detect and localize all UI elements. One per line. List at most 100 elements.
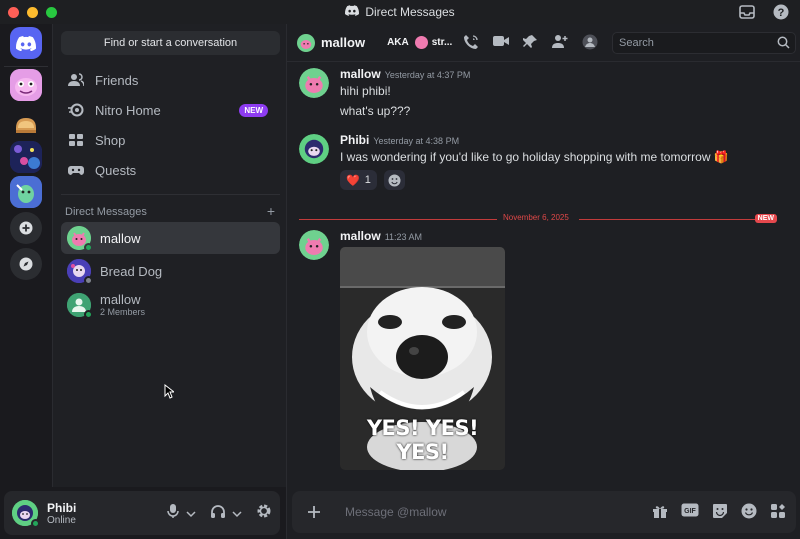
- nav-friends-label: Friends: [95, 72, 139, 88]
- user-profile-icon[interactable]: [582, 34, 598, 55]
- message-input[interactable]: Message @mallow: [345, 505, 447, 519]
- nav-quests[interactable]: Quests: [61, 156, 280, 184]
- message-author[interactable]: mallow: [340, 67, 381, 81]
- pink-monster-server-icon: [10, 69, 42, 101]
- avatar: [297, 33, 315, 52]
- message-composer[interactable]: Message @mallow GIF: [292, 491, 796, 533]
- divider-line-left: [299, 219, 497, 220]
- headphones-icon[interactable]: [210, 504, 226, 524]
- gif-icon[interactable]: GIF: [681, 503, 699, 524]
- voice-call-icon[interactable]: [463, 34, 479, 55]
- inbox-icon[interactable]: [738, 3, 756, 21]
- dm-name: mallow: [100, 292, 141, 307]
- close-window-button[interactable]: [8, 6, 19, 18]
- chevron-down-icon[interactable]: [232, 505, 242, 523]
- reaction-count: 1: [364, 174, 371, 186]
- svg-text:GIF: GIF: [684, 508, 696, 515]
- nav-nitro-home[interactable]: Nitro Home NEW: [61, 96, 280, 124]
- user-panel: Phibi Online: [4, 491, 280, 535]
- gear-icon[interactable]: [256, 503, 272, 524]
- galaxy-cat-server-icon: [10, 141, 42, 173]
- user-status: Online: [47, 514, 76, 526]
- avatar[interactable]: [299, 230, 329, 260]
- mallow-avatar-icon: [297, 33, 315, 52]
- avatar: [67, 293, 93, 319]
- upload-plus-icon[interactable]: [300, 498, 328, 526]
- dm-item-mallow[interactable]: mallow: [61, 222, 280, 254]
- discover-button[interactable]: [10, 248, 42, 280]
- online-status-icon: [31, 519, 40, 528]
- dm-item-bread-dog[interactable]: Bread Dog: [61, 255, 280, 287]
- search-placeholder: Search: [619, 37, 654, 49]
- aka-avatar: [414, 36, 428, 49]
- aka-label: AKA: [387, 37, 409, 48]
- aka-name[interactable]: str...: [432, 37, 453, 48]
- nav-nitro-label: Nitro Home: [95, 102, 161, 118]
- bread-server-icon: [16, 118, 36, 133]
- search-input[interactable]: Search: [612, 32, 796, 54]
- online-status-icon: [84, 310, 93, 319]
- message-text: what's up???: [340, 104, 411, 118]
- message-author[interactable]: mallow: [340, 229, 381, 243]
- create-dm-button[interactable]: +: [267, 204, 275, 218]
- plus-circle-icon: [19, 221, 33, 235]
- server-pink-monster[interactable]: [10, 69, 42, 101]
- avatar[interactable]: [299, 68, 329, 98]
- server-rail-divider: [4, 66, 48, 67]
- avatar[interactable]: [12, 500, 40, 528]
- divider-date: November 6, 2025: [503, 213, 569, 222]
- video-call-icon[interactable]: [493, 34, 509, 55]
- heart-icon: ❤️: [346, 174, 360, 187]
- discord-logo-icon: [16, 35, 36, 51]
- maximize-window-button[interactable]: [46, 6, 57, 18]
- chevron-down-icon[interactable]: [186, 505, 196, 523]
- dm-item-text: mallow 2 Members: [100, 292, 145, 318]
- smiley-icon: [388, 174, 401, 186]
- help-icon[interactable]: ?: [772, 3, 790, 21]
- add-reaction-button[interactable]: [384, 170, 405, 190]
- apps-icon[interactable]: [770, 503, 786, 524]
- message-header: mallow Yesterday at 4:37 PM: [340, 67, 470, 81]
- chat-recipient-name[interactable]: mallow: [321, 35, 365, 50]
- server-bread[interactable]: [10, 108, 42, 140]
- nav-shop[interactable]: Shop: [61, 126, 280, 154]
- new-badge: NEW: [239, 103, 268, 117]
- mallow-avatar-icon: [299, 230, 329, 260]
- avatar: [67, 259, 93, 285]
- sidebar-divider: [61, 194, 280, 195]
- message-timestamp: Yesterday at 4:37 PM: [384, 70, 471, 80]
- message-text: I was wondering if you'd like to go holi…: [340, 150, 729, 164]
- composer-actions: GIF: [652, 503, 786, 524]
- server-green-character[interactable]: [10, 176, 42, 208]
- minimize-window-button[interactable]: [27, 6, 38, 18]
- find-conversation-button[interactable]: Find or start a conversation: [61, 31, 280, 55]
- microphone-icon[interactable]: [166, 503, 180, 524]
- add-server-button[interactable]: [10, 212, 42, 244]
- direct-messages-home-button[interactable]: [10, 27, 42, 59]
- message-group: mallow Yesterday at 4:37 PM hihi phibi! w…: [299, 67, 779, 118]
- quests-icon: [67, 161, 85, 179]
- online-status-icon: [84, 243, 93, 252]
- avatar[interactable]: [299, 134, 329, 164]
- chat-header-actions: [463, 34, 598, 55]
- title-bar-actions: ?: [738, 3, 790, 21]
- emoji-icon[interactable]: [741, 503, 757, 524]
- avatar: [67, 226, 93, 252]
- reaction-heart[interactable]: ❤️ 1: [340, 170, 377, 190]
- user-info[interactable]: Phibi Online: [47, 501, 76, 526]
- add-friends-to-dm-icon[interactable]: [552, 34, 568, 55]
- nav-friends[interactable]: Friends: [61, 66, 280, 94]
- pinned-messages-icon[interactable]: [522, 34, 538, 55]
- user-controls: [166, 503, 272, 524]
- mouse-cursor-icon: [164, 383, 176, 404]
- shop-icon: [67, 131, 85, 149]
- gif-attachment[interactable]: YES! YES! YES!: [340, 247, 505, 470]
- sticker-icon[interactable]: [712, 503, 728, 524]
- dm-item-group-mallow[interactable]: mallow 2 Members: [61, 288, 280, 322]
- nitro-icon: [67, 101, 85, 119]
- message-timestamp: Yesterday at 4:38 PM: [373, 136, 460, 146]
- server-galaxy-cat[interactable]: [10, 141, 42, 173]
- new-messages-divider: November 6, 2025 NEW: [299, 213, 777, 225]
- message-author[interactable]: Phibi: [340, 133, 369, 147]
- gift-icon[interactable]: [652, 503, 668, 524]
